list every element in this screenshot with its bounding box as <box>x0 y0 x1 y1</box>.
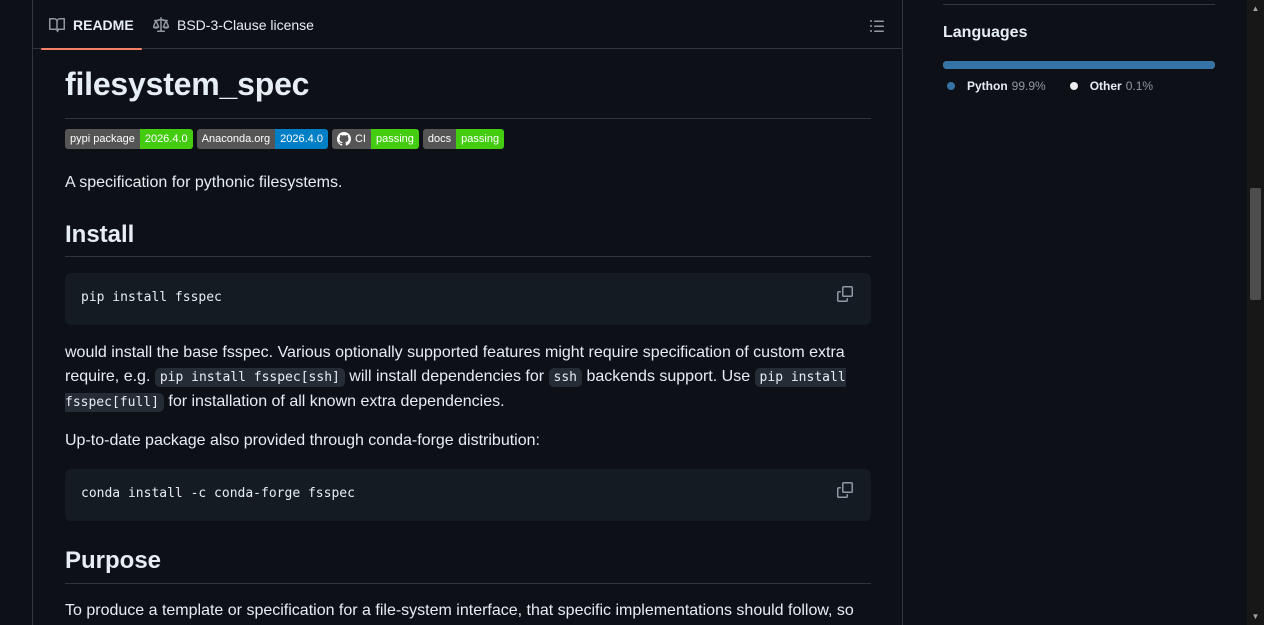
language-bar-python[interactable] <box>943 61 1215 69</box>
badge-pypi[interactable]: pypi package 2026.4.0 <box>65 129 193 149</box>
readme-panel: README BSD-3-Clause license filesystem_s… <box>32 0 903 625</box>
language-item-python[interactable]: Python 99.9% <box>947 79 1046 93</box>
badge-pypi-value: 2026.4.0 <box>139 129 193 149</box>
install-heading: Install <box>65 221 135 248</box>
readme-title: filesystem_spec <box>65 66 310 102</box>
book-icon <box>49 18 65 33</box>
para1-text-4: for installation of all known extra depe… <box>163 393 505 410</box>
tab-readme-label: README <box>73 17 134 33</box>
language-name: Other <box>1089 79 1122 93</box>
badge-ci-value: passing <box>370 129 419 149</box>
para1-text-2: will install dependencies for <box>344 368 549 385</box>
inline-code-ssh: ssh <box>548 368 582 387</box>
language-dot-python <box>947 82 955 90</box>
tab-license[interactable]: BSD-3-Clause license <box>153 1 314 49</box>
purpose-text: To produce a template or specification f… <box>65 602 854 619</box>
conda-code-block: conda install -c conda-forge fsspec <box>65 469 871 521</box>
sidebar-divider <box>943 4 1215 5</box>
intro-text: A specification for pythonic filesystems… <box>65 174 343 191</box>
badge-anaconda[interactable]: Anaconda.org 2026.4.0 <box>196 129 328 149</box>
scroll-down-arrow-icon[interactable]: ▼ <box>1251 612 1260 621</box>
language-name: Python <box>967 79 1008 93</box>
copy-button[interactable] <box>837 482 857 502</box>
tab-license-label: BSD-3-Clause license <box>177 17 314 33</box>
language-item-other[interactable]: Other 0.1% <box>1069 79 1154 93</box>
language-percent: 0.1% <box>1125 79 1154 93</box>
law-icon <box>153 17 169 32</box>
copy-icon <box>837 286 853 302</box>
conda-code: conda install -c conda-forge fsspec <box>81 486 355 501</box>
list-unordered-icon <box>870 20 884 32</box>
language-percent: 99.9% <box>1011 79 1046 93</box>
badge-docs-value: passing <box>456 129 505 149</box>
languages-heading: Languages <box>943 24 1028 41</box>
copy-button[interactable] <box>837 286 857 306</box>
outline-button[interactable] <box>866 15 888 37</box>
github-icon <box>336 132 351 146</box>
scroll-thumb[interactable] <box>1250 188 1261 300</box>
language-dot-other <box>1069 82 1078 90</box>
languages-list: Python 99.9% Other 0.1% <box>947 79 1153 93</box>
install-explanation: would install the base fsspec. Various o… <box>65 341 871 415</box>
badge-docs-label: docs <box>422 129 457 149</box>
badges-row: pypi package 2026.4.0 Anaconda.org 2026.… <box>65 129 505 149</box>
badge-ci-text: CI <box>354 133 366 145</box>
install-code: pip install fsspec <box>81 290 222 305</box>
badge-anaconda-label: Anaconda.org <box>196 129 276 149</box>
badge-ci-label: CI <box>331 129 371 149</box>
page-scrollbar[interactable]: ▲ ▼ <box>1247 0 1264 625</box>
badge-ci[interactable]: CI passing <box>331 129 419 149</box>
tab-readme[interactable]: README <box>41 1 142 50</box>
conda-text: Up-to-date package also provided through… <box>65 432 540 449</box>
install-code-block: pip install fsspec <box>65 273 871 325</box>
readme-tabs: README BSD-3-Clause license <box>33 0 902 50</box>
badge-anaconda-value: 2026.4.0 <box>275 129 328 149</box>
languages-bar <box>943 61 1215 69</box>
para1-text-3: backends support. Use <box>582 368 755 385</box>
inline-code-ssh-extra: pip install fsspec[ssh] <box>154 368 345 387</box>
scroll-up-arrow-icon[interactable]: ▲ <box>1251 4 1260 13</box>
copy-icon <box>837 482 853 498</box>
badge-docs[interactable]: docs passing <box>422 129 505 149</box>
install-divider <box>65 256 871 257</box>
badge-pypi-label: pypi package <box>65 129 140 149</box>
purpose-divider <box>65 583 871 584</box>
purpose-heading: Purpose <box>65 547 162 574</box>
title-divider <box>65 118 871 119</box>
